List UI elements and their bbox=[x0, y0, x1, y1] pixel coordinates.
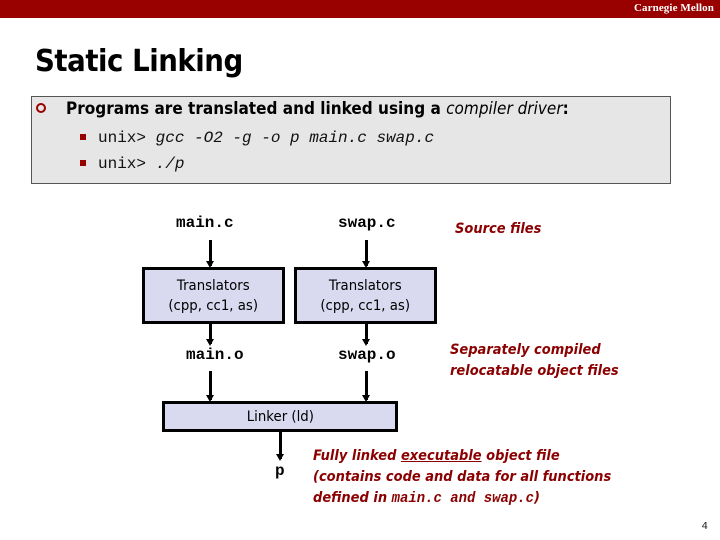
note-line: Separately compiled bbox=[450, 342, 601, 358]
source-file-swap: swap.c bbox=[338, 214, 396, 232]
command-text: gcc -O2 -g -o p main.c swap.c bbox=[155, 129, 435, 147]
arrow-line bbox=[362, 324, 370, 346]
arrow-down-icon bbox=[206, 371, 214, 402]
page-number: 4 bbox=[701, 521, 708, 532]
intro-text: Programs are translated and linked using… bbox=[66, 99, 569, 119]
note-source-files: Source files bbox=[455, 221, 542, 237]
note-executable: Fully linked executable object file (con… bbox=[313, 446, 611, 509]
note-text: object file bbox=[481, 448, 560, 464]
command-prompt: unix> bbox=[98, 155, 156, 173]
header-bar: Carnegie Mellon bbox=[0, 0, 720, 18]
command-text: ./p bbox=[155, 155, 185, 173]
note-object-files: Separately compiled relocatable object f… bbox=[450, 340, 619, 382]
object-file-swap: swap.o bbox=[338, 346, 396, 364]
object-file-main: main.o bbox=[186, 346, 244, 364]
square-bullet-icon bbox=[80, 134, 86, 140]
note-code: main.c and swap.c bbox=[391, 490, 534, 507]
note-underlined: executable bbox=[400, 448, 482, 464]
note-text: ) bbox=[533, 490, 540, 506]
translator-box-main: Translators (cpp, cc1, as) bbox=[142, 267, 285, 324]
square-bullet-icon bbox=[80, 160, 86, 166]
command-prompt: unix> bbox=[98, 129, 156, 147]
executable-file: p bbox=[275, 462, 285, 480]
brand-label: Carnegie Mellon bbox=[633, 2, 714, 14]
note-line: Fully linked executable object file bbox=[313, 446, 611, 467]
note-line: (contains code and data for all function… bbox=[313, 469, 612, 485]
translator-tools: (cpp, cc1, as) bbox=[168, 297, 259, 314]
source-file-main: main.c bbox=[176, 214, 234, 232]
note-text: Fully linked bbox=[313, 448, 401, 464]
translator-title: Translators bbox=[329, 277, 402, 294]
translator-tools: (cpp, cc1, as) bbox=[320, 297, 411, 314]
translator-box-swap: Translators (cpp, cc1, as) bbox=[294, 267, 437, 324]
command-line-1: unix> gcc -O2 -g -o p main.c swap.c bbox=[98, 129, 434, 147]
note-text: defined in bbox=[313, 490, 392, 506]
arrow-down-icon bbox=[362, 240, 370, 268]
linker-label: Linker (ld) bbox=[246, 408, 314, 425]
command-line-2: unix> ./p bbox=[98, 155, 184, 173]
slide-title: Static Linking bbox=[35, 44, 243, 79]
linker-box: Linker (ld) bbox=[162, 401, 398, 432]
intro-text-plain: Programs are translated and linked using… bbox=[66, 99, 447, 119]
note-line: defined in main.c and swap.c) bbox=[313, 488, 611, 509]
arrow-down-icon bbox=[206, 240, 214, 268]
arrow-down-icon bbox=[276, 432, 284, 461]
arrow-line bbox=[206, 324, 214, 346]
intro-text-italic: compiler driver bbox=[446, 99, 563, 119]
intro-text-colon: : bbox=[562, 99, 569, 119]
arrow-down-icon bbox=[362, 371, 370, 402]
circle-bullet-icon bbox=[36, 103, 46, 113]
translator-title: Translators bbox=[177, 277, 250, 294]
note-line: relocatable object files bbox=[450, 363, 619, 379]
